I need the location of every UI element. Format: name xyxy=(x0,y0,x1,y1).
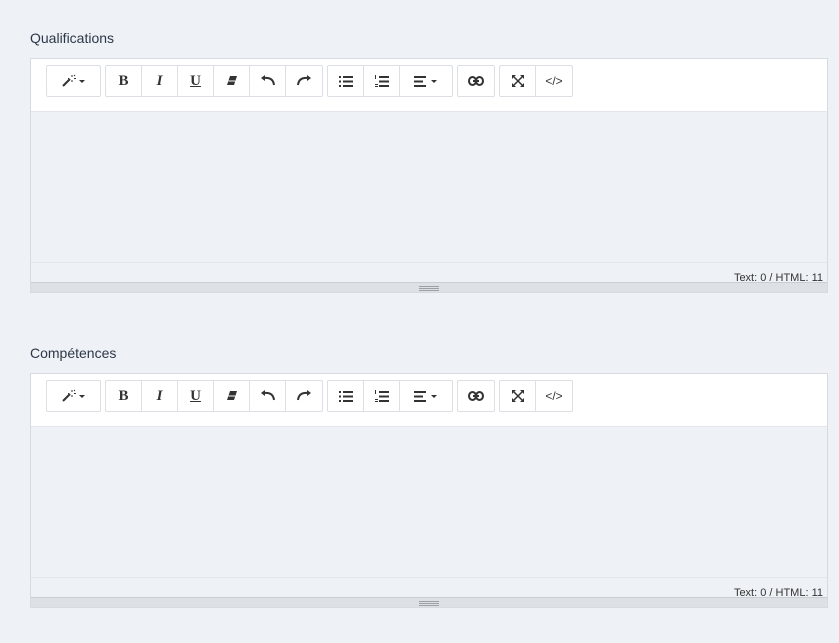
numbered-list-button[interactable] xyxy=(364,381,400,411)
magic-icon xyxy=(61,389,85,402)
code-view-button[interactable]: </> xyxy=(536,381,572,411)
eraser-icon xyxy=(226,391,237,400)
redo-button[interactable] xyxy=(286,66,322,96)
fullscreen-icon xyxy=(511,75,524,87)
align-icon xyxy=(414,75,437,87)
editor-content-area[interactable] xyxy=(31,427,827,577)
paragraph-group xyxy=(327,380,453,412)
editor-toolbar: B I U </> xyxy=(31,374,827,427)
bullet-list-icon xyxy=(338,75,353,87)
fullscreen-button[interactable] xyxy=(500,66,536,96)
editor-toolbar: B I U </> xyxy=(31,59,827,112)
align-dropdown-button[interactable] xyxy=(400,66,452,96)
bullet-list-button[interactable] xyxy=(328,381,364,411)
resize-handle[interactable] xyxy=(31,597,827,607)
italic-button[interactable]: I xyxy=(142,66,178,96)
editor-status-bar: Text: 0 / HTML: 11 xyxy=(31,577,827,599)
undo-button[interactable] xyxy=(250,66,286,96)
undo-button[interactable] xyxy=(250,381,286,411)
link-button[interactable] xyxy=(458,66,494,96)
rich-text-editor: B I U </> Text: 0 / HTML: 11 xyxy=(30,58,828,293)
field-label-competences: Compétences xyxy=(30,345,117,361)
undo-icon xyxy=(260,390,275,401)
align-icon xyxy=(414,390,437,402)
bold-button[interactable]: B xyxy=(106,66,142,96)
redo-icon xyxy=(297,390,311,401)
style-group xyxy=(46,65,101,97)
field-label-qualifications: Qualifications xyxy=(30,30,115,46)
magic-icon xyxy=(61,74,85,87)
link-button[interactable] xyxy=(458,381,494,411)
numbered-list-icon xyxy=(374,74,389,87)
bold-button[interactable]: B xyxy=(106,381,142,411)
numbered-list-icon xyxy=(374,389,389,402)
clear-format-button[interactable] xyxy=(214,66,250,96)
eraser-icon xyxy=(226,76,237,85)
italic-button[interactable]: I xyxy=(142,381,178,411)
style-dropdown-button[interactable] xyxy=(47,381,100,411)
view-group: </> xyxy=(499,65,573,97)
rich-text-editor: B I U </> Text: 0 / HTML: 11 xyxy=(30,373,828,608)
insert-group xyxy=(457,65,495,97)
fullscreen-button[interactable] xyxy=(500,381,536,411)
view-group: </> xyxy=(499,380,573,412)
font-style-group: B I U xyxy=(105,65,323,97)
underline-button[interactable]: U xyxy=(178,381,214,411)
redo-button[interactable] xyxy=(286,381,322,411)
link-icon xyxy=(468,76,484,86)
numbered-list-button[interactable] xyxy=(364,66,400,96)
paragraph-group xyxy=(327,65,453,97)
redo-icon xyxy=(297,75,311,86)
font-style-group: B I U xyxy=(105,380,323,412)
clear-format-button[interactable] xyxy=(214,381,250,411)
style-dropdown-button[interactable] xyxy=(47,66,100,96)
align-dropdown-button[interactable] xyxy=(400,381,452,411)
fullscreen-icon xyxy=(511,390,524,402)
bullet-list-icon xyxy=(338,390,353,402)
editor-content-area[interactable] xyxy=(31,112,827,262)
grip-icon xyxy=(419,286,439,291)
grip-icon xyxy=(419,601,439,606)
bullet-list-button[interactable] xyxy=(328,66,364,96)
insert-group xyxy=(457,380,495,412)
link-icon xyxy=(468,391,484,401)
code-view-button[interactable]: </> xyxy=(536,66,572,96)
style-group xyxy=(46,380,101,412)
editor-status-bar: Text: 0 / HTML: 11 xyxy=(31,262,827,284)
undo-icon xyxy=(260,75,275,86)
underline-button[interactable]: U xyxy=(178,66,214,96)
resize-handle[interactable] xyxy=(31,282,827,292)
